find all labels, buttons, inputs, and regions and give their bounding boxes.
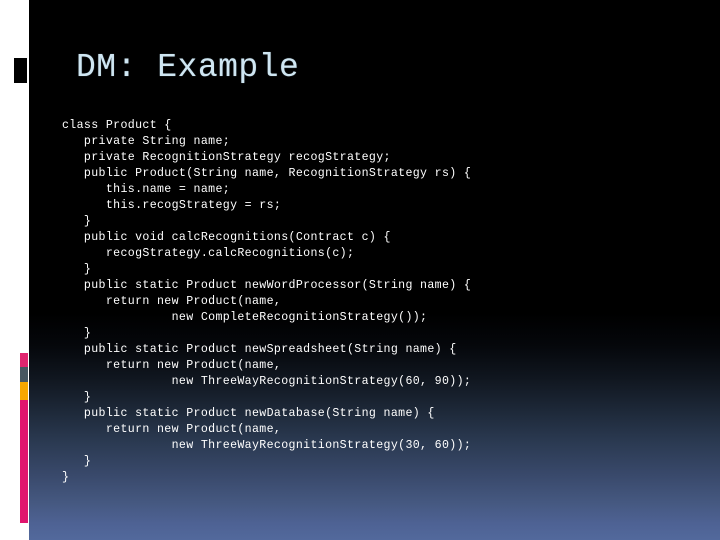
code-line: } xyxy=(62,455,92,468)
code-line: recogStrategy.calcRecognitions(c); xyxy=(62,247,355,260)
code-line: this.recogStrategy = rs; xyxy=(62,199,282,212)
accent-bar xyxy=(20,353,28,523)
code-line: new ThreeWayRecognitionStrategy(60, 90))… xyxy=(62,375,472,388)
presentation-slide: DM: Example class Product { private Stri… xyxy=(0,0,720,540)
code-line: public static Product newWordProcessor(S… xyxy=(62,279,472,292)
code-line: public Product(String name, RecognitionS… xyxy=(62,167,472,180)
code-line: public static Product newSpreadsheet(Str… xyxy=(62,343,457,356)
accent-segment-slate xyxy=(20,367,28,382)
code-line: } xyxy=(62,263,92,276)
corner-decoration-block xyxy=(14,58,27,83)
code-line: } xyxy=(62,327,92,340)
code-line: } xyxy=(62,215,92,228)
code-line: this.name = name; xyxy=(62,183,231,196)
code-line: private RecognitionStrategy recogStrateg… xyxy=(62,151,391,164)
code-line: return new Product(name, xyxy=(62,295,282,308)
code-line: return new Product(name, xyxy=(62,423,282,436)
code-line: } xyxy=(62,391,92,404)
code-line: public void calcRecognitions(Contract c)… xyxy=(62,231,391,244)
accent-segment-magenta xyxy=(20,400,28,523)
code-line: public static Product newDatabase(String… xyxy=(62,407,435,420)
code-line: private String name; xyxy=(62,135,231,148)
code-block: class Product { private String name; pri… xyxy=(62,118,471,486)
code-line: new CompleteRecognitionStrategy()); xyxy=(62,311,428,324)
code-line: } xyxy=(62,471,70,484)
code-line: new ThreeWayRecognitionStrategy(30, 60))… xyxy=(62,439,472,452)
code-line: return new Product(name, xyxy=(62,359,282,372)
accent-segment-pink-top xyxy=(20,353,28,367)
code-line: class Product { xyxy=(62,119,172,132)
accent-segment-amber xyxy=(20,382,28,400)
slide-title: DM: Example xyxy=(76,49,300,86)
